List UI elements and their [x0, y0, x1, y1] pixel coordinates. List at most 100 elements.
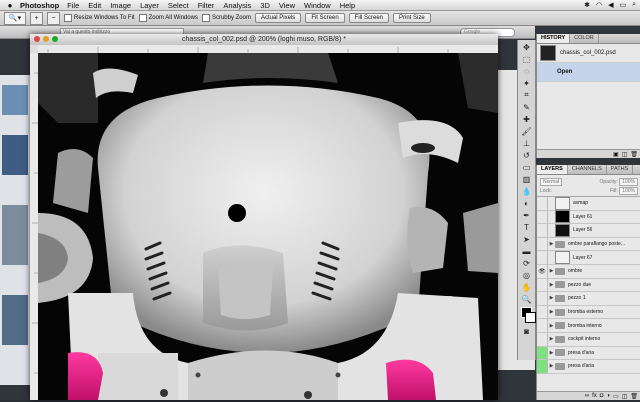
tab-layers[interactable]: LAYERS — [537, 165, 568, 174]
layer-group-row[interactable]: ▶ cockpit interno — [537, 332, 640, 347]
delete-layer-icon[interactable]: 🗑 — [630, 393, 638, 400]
expand-group-icon[interactable]: ▶ — [548, 295, 555, 301]
visibility-toggle[interactable] — [537, 346, 548, 360]
eyedropper-tool-icon[interactable]: ✎ — [520, 102, 533, 112]
menu-select[interactable]: Select — [168, 1, 189, 10]
layer-row[interactable]: Layer 56 — [537, 223, 640, 238]
checkbox-box[interactable] — [138, 14, 147, 22]
hand-tool-icon[interactable]: ✋ — [520, 282, 533, 292]
3d-rotate-tool-icon[interactable]: ⟳ — [520, 258, 533, 268]
background-color-swatch[interactable] — [525, 312, 536, 323]
scrubby-zoom-checkbox[interactable]: Scrubby Zoom — [201, 14, 251, 22]
layer-group-row[interactable]: ▶ presa d'aria — [537, 360, 640, 374]
visibility-toggle[interactable] — [537, 332, 548, 346]
menu-filter[interactable]: Filter — [198, 1, 215, 10]
zoom-all-windows-checkbox[interactable]: Zoom All Windows — [138, 14, 198, 22]
zoom-window-icon[interactable] — [52, 36, 58, 42]
blend-mode-select[interactable]: Normal — [540, 177, 563, 186]
brush-tool-icon[interactable]: 🖌 — [520, 126, 533, 136]
zoom-in-button[interactable]: + — [30, 11, 43, 25]
magic-wand-tool-icon[interactable]: ✦ — [520, 78, 533, 88]
menu-analysis[interactable]: Analysis — [223, 1, 251, 10]
checkbox-box[interactable] — [64, 14, 72, 22]
zoom-tool-icon[interactable]: 🔍 — [520, 294, 533, 304]
expand-group-icon[interactable]: ▶ — [548, 268, 555, 274]
menu-image[interactable]: Image — [110, 1, 131, 10]
tab-history[interactable]: HISTORY — [537, 34, 571, 43]
expand-group-icon[interactable]: ▶ — [548, 309, 555, 315]
move-tool-icon[interactable]: ✥ — [520, 42, 533, 52]
visibility-toggle[interactable] — [537, 251, 548, 264]
menu-help[interactable]: Help — [340, 1, 355, 10]
quick-mask-icon[interactable]: ◙ — [520, 326, 533, 336]
battery-icon[interactable]: ▭ — [619, 1, 626, 9]
visibility-toggle[interactable] — [537, 237, 548, 251]
visibility-toggle[interactable] — [537, 278, 548, 292]
expand-group-icon[interactable]: ▶ — [548, 323, 555, 329]
print-size-button[interactable]: Print Size — [393, 13, 431, 23]
new-snapshot-icon[interactable]: ◫ — [622, 151, 628, 158]
visibility-toggle[interactable] — [537, 224, 548, 237]
visibility-toggle[interactable] — [537, 319, 548, 332]
expand-group-icon[interactable]: ▶ — [548, 363, 555, 369]
checkbox-box[interactable] — [201, 14, 210, 22]
tab-paths[interactable]: PATHS — [607, 165, 634, 174]
opacity-field[interactable]: 100% — [619, 177, 638, 186]
path-selection-tool-icon[interactable]: ➤ — [520, 234, 533, 244]
history-state[interactable]: Open — [537, 63, 640, 82]
lasso-tool-icon[interactable]: ◌ — [520, 66, 533, 76]
layer-row[interactable]: Layer 61 — [537, 210, 640, 225]
healing-brush-tool-icon[interactable]: ✚ — [520, 114, 533, 124]
visibility-toggle[interactable] — [537, 360, 548, 373]
new-document-from-state-icon[interactable]: ▣ — [613, 151, 619, 158]
menu-view[interactable]: View — [279, 1, 295, 10]
history-snapshot[interactable]: chassis_col_002.psd — [537, 44, 640, 63]
expand-group-icon[interactable]: ▶ — [548, 241, 555, 247]
layer-group-row[interactable]: ▶ pezzo 1 — [537, 292, 640, 306]
blur-tool-icon[interactable]: 💧 — [520, 186, 533, 196]
shape-tool-icon[interactable]: ▬ — [520, 246, 533, 256]
new-group-icon[interactable]: ▭ — [613, 393, 619, 400]
visibility-toggle[interactable] — [537, 197, 548, 210]
clone-stamp-tool-icon[interactable]: ⊥ — [520, 138, 533, 148]
tab-color[interactable]: COLOR — [570, 34, 599, 43]
visibility-toggle[interactable] — [537, 210, 548, 224]
eraser-tool-icon[interactable]: ▭ — [520, 162, 533, 172]
menu-3d[interactable]: 3D — [260, 1, 270, 10]
eye-icon[interactable]: 👁 — [537, 264, 548, 278]
pen-tool-icon[interactable]: ✒ — [520, 210, 533, 220]
expand-group-icon[interactable]: ▶ — [548, 336, 555, 342]
history-brush-tool-icon[interactable]: ↺ — [520, 150, 533, 160]
layer-group-row[interactable]: ▶ bromba interno — [537, 319, 640, 333]
tab-channels[interactable]: CHANNELS — [568, 165, 607, 174]
menu-app-name[interactable]: Photoshop — [20, 1, 59, 10]
color-swatches[interactable] — [520, 306, 536, 324]
zoom-out-button[interactable]: − — [47, 11, 60, 25]
tool-preset-picker[interactable]: 🔍▾ — [4, 11, 26, 25]
visibility-toggle[interactable] — [537, 292, 548, 305]
layer-row[interactable]: avmap — [537, 196, 640, 211]
layer-group-row[interactable]: 👁 ▶ ombre — [537, 264, 640, 279]
fill-field[interactable]: 100% — [619, 186, 638, 195]
crop-tool-icon[interactable]: ⌗ — [520, 90, 533, 100]
resize-windows-checkbox[interactable]: Resize Windows To Fit — [64, 14, 135, 22]
spotlight-icon[interactable]: ⌕ — [632, 1, 636, 9]
add-mask-icon[interactable]: ◘ — [600, 393, 604, 399]
delete-state-icon[interactable]: 🗑 — [630, 151, 638, 158]
fill-screen-button[interactable]: Fill Screen — [348, 13, 389, 23]
new-layer-icon[interactable]: ◫ — [622, 393, 628, 400]
minimize-window-icon[interactable] — [43, 36, 49, 42]
layer-group-row[interactable]: ▶ bromba esterno — [537, 305, 640, 320]
adjustment-layer-icon[interactable]: ◑ — [606, 393, 610, 399]
actual-pixels-button[interactable]: Actual Pixels — [254, 13, 302, 23]
visibility-toggle[interactable] — [537, 305, 548, 319]
layer-row[interactable]: Layer 67 — [537, 251, 640, 265]
volume-icon[interactable]: ◀ — [608, 1, 613, 9]
type-tool-icon[interactable]: T — [520, 222, 533, 232]
menu-layer[interactable]: Layer — [140, 1, 159, 10]
menu-file[interactable]: File — [67, 1, 79, 10]
close-window-icon[interactable] — [34, 36, 40, 42]
gradient-tool-icon[interactable]: ▥ — [520, 174, 533, 184]
expand-group-icon[interactable]: ▶ — [548, 282, 555, 288]
marquee-tool-icon[interactable]: ⬚ — [520, 54, 533, 64]
